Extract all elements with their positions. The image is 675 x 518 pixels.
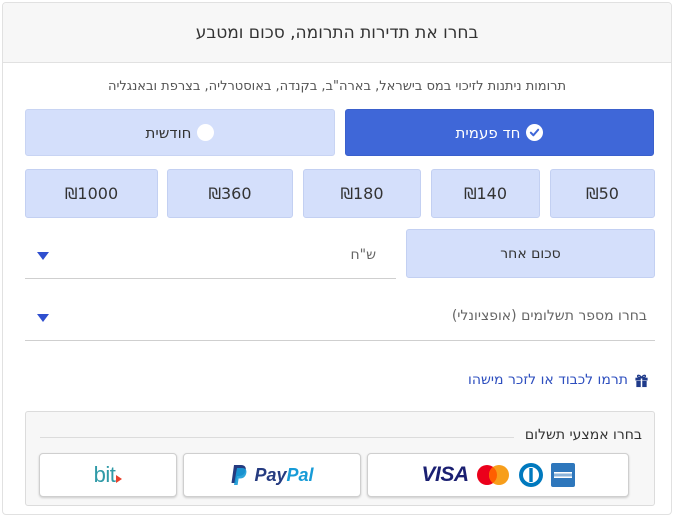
amount-button-360[interactable]: ₪360	[167, 169, 293, 218]
gift-icon	[635, 374, 648, 387]
currency-value: ש"ח	[350, 247, 376, 263]
installments-select[interactable]: בחרו מספר תשלומים (אופציונלי)	[25, 297, 655, 341]
installments-placeholder: בחרו מספר תשלומים (אופציונלי)	[451, 308, 647, 324]
card-payment-button[interactable]: VISA	[367, 453, 629, 497]
frequency-monthly-label: חודשית	[145, 123, 192, 142]
paypal-icon	[231, 465, 247, 485]
bit-arrow-icon	[116, 475, 123, 483]
diners-club-icon	[518, 463, 543, 487]
dropdown-arrow-icon	[37, 252, 49, 260]
bit-logo: bit	[93, 462, 116, 487]
amount-button-50[interactable]: ₪50	[550, 169, 655, 218]
amount-label: ₪140	[463, 184, 508, 203]
amount-button-140[interactable]: ₪140	[431, 169, 540, 218]
dropdown-arrow-icon	[37, 314, 49, 322]
frequency-once-label: חד פעמית	[455, 123, 521, 142]
paypal-pay-text: Pay	[254, 464, 287, 485]
amount-label: ₪180	[340, 184, 384, 203]
honor-donation-link[interactable]: תרמו לכבוד או לזכר מישהו	[468, 372, 649, 388]
amount-label: ₪50	[586, 184, 619, 203]
paypal-pal-text: Pal	[286, 464, 314, 485]
tax-deductible-note: תרומות ניתנות לזיכוי במס בישראל, בארה"ב,…	[107, 79, 567, 94]
amount-button-1000[interactable]: ₪1000	[25, 169, 158, 218]
other-amount-button[interactable]: סכום אחר	[406, 229, 655, 278]
frequency-monthly-button[interactable]: חודשית	[25, 109, 335, 156]
amount-button-180[interactable]: ₪180	[303, 169, 421, 218]
payment-title: בחרו אמצעי תשלום	[514, 427, 642, 443]
paypal-logo: PayPal	[254, 465, 313, 486]
payment-methods-box: בחרו אמצעי תשלום VISA PayPal bit	[25, 411, 655, 506]
amount-label: ₪1000	[64, 184, 119, 203]
check-circle-icon	[526, 124, 544, 141]
other-amount-label: סכום אחר	[500, 245, 561, 262]
visa-logo: VISA	[421, 463, 469, 486]
divider	[40, 437, 514, 438]
currency-select[interactable]: ש"ח	[25, 235, 396, 279]
paypal-button[interactable]: PayPal	[183, 453, 361, 497]
amount-label: ₪360	[208, 184, 252, 203]
donation-panel: בחרו את תדירות התרומה, סכום ומטבע תרומות…	[2, 2, 672, 515]
panel-header: בחרו את תדירות התרומה, סכום ומטבע	[3, 3, 671, 63]
mastercard-icon	[476, 465, 509, 485]
page-title: בחרו את תדירות התרומה, סכום ומטבע	[195, 22, 479, 43]
radio-circle-icon	[197, 124, 215, 141]
frequency-once-button[interactable]: חד פעמית	[345, 109, 654, 156]
honor-link-label: תרמו לכבוד או לזכר מישהו	[468, 372, 628, 388]
bit-button[interactable]: bit	[39, 453, 177, 497]
amex-icon	[550, 463, 575, 487]
